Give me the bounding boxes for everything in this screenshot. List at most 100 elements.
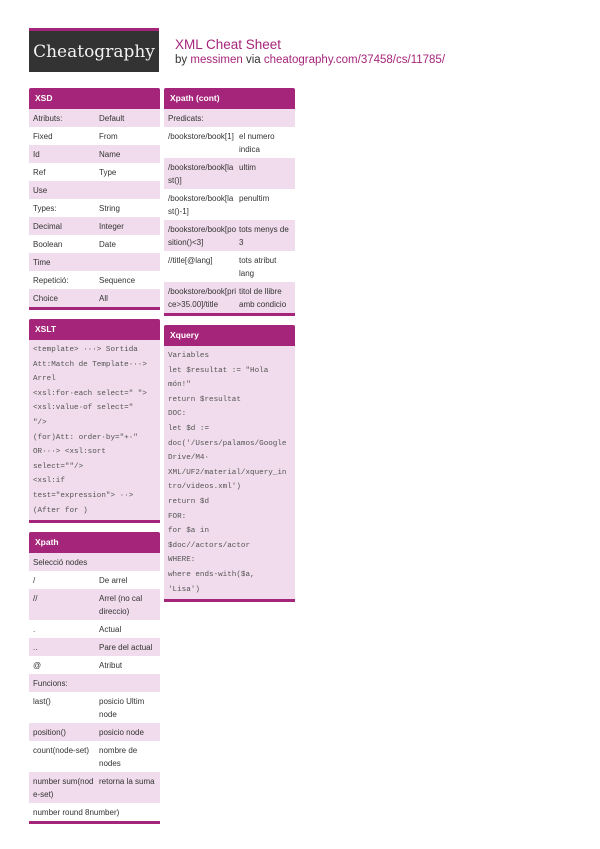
table-row: //title[@lang] tots atribut lang [164, 251, 295, 282]
code-line: doc('/Users/palamos/Google [168, 439, 287, 448]
code-line: select=""/> [33, 462, 84, 471]
code-line: where ends-with($a, [168, 570, 255, 579]
row-key: . [33, 625, 36, 635]
row-value: posicio Ultim node [99, 697, 145, 720]
row-value: From [99, 132, 118, 141]
row-value: titol de llibre amb condicio [239, 287, 287, 309]
table-row: Types: String [29, 199, 160, 217]
table-row: @ Atribut [29, 656, 160, 674]
row-key: Atributs: [33, 114, 63, 123]
row-value: Default [99, 114, 125, 123]
row-key: Ref [33, 168, 46, 177]
code-line: let $d := [168, 424, 210, 433]
table-row: Time [29, 253, 160, 271]
row-key: //title[@lang] [168, 256, 213, 265]
code-line: Att:Match de Template···> [33, 360, 147, 369]
sheet-url-link[interactable]: cheatography.com/37458/cs/11785/ [264, 54, 445, 66]
row-key: @ [33, 661, 42, 671]
section-xsd: XSD Atributs: Default Fixed From Id Name Ref Ty… [29, 88, 160, 310]
row-value: Name [99, 150, 121, 159]
table-row: Repetició: Sequence [29, 271, 160, 289]
code-line: 'Lisa') [168, 585, 200, 594]
row-key: / [33, 576, 36, 586]
code-line: <template> ···> Sortida [33, 346, 138, 354]
row-key: Id [33, 150, 40, 159]
table-row: Predicats: [164, 109, 295, 127]
column-2: Xpath (cont) Predicats: /bookstore/book[1… [164, 88, 295, 611]
logo-text: Cheatography [33, 41, 155, 62]
table-row: Boolean Date [29, 235, 160, 253]
code-line: $doc//actors/actor [168, 541, 251, 550]
section-xslt: XSLT <template> ···> Sortida Att:Match de… [29, 319, 160, 524]
table-row: Fixed From [29, 127, 160, 145]
table-row: number round 8number) [29, 803, 160, 821]
table-row: Ref Type [29, 163, 160, 181]
row-key: /bookstore/book[last()] [168, 163, 234, 185]
xpath-rows: Selecció nodes / De arrel // Arrel (no cal d… [29, 553, 160, 821]
row-key: Boolean [33, 240, 63, 249]
cheatography-logo[interactable]: Cheatography [29, 28, 159, 72]
section-title: Xquery [164, 325, 295, 346]
row-key: /bookstore/book[price>35.00]/title [168, 287, 237, 309]
code-line: let $resultat := "Hola [168, 366, 269, 375]
table-row: last() posicio Ultim node [29, 692, 160, 723]
row-value: String [99, 204, 120, 213]
row-value: tots atribut lang [239, 256, 277, 278]
row-value: Actual [99, 625, 122, 635]
table-row: /bookstore/book[last()-1] penultim [164, 189, 295, 220]
row-value [99, 184, 156, 197]
row-key: number sum(node-set) [33, 777, 94, 800]
code-line: FOR: [168, 512, 187, 521]
table-row: // Arrel (no cal direccio) [29, 589, 160, 621]
row-value: nombre de nodes [99, 746, 138, 769]
row-value: Atribut [99, 661, 123, 671]
row-key: last() [33, 697, 51, 707]
by-label: by [175, 54, 188, 66]
code-line: Variables [168, 352, 210, 360]
code-line: tro/videos.xml') [168, 483, 241, 492]
row-value: Pare del actual [99, 643, 153, 653]
row-value: retorna la suma [99, 777, 155, 787]
code-line: XML/UF2/material/xquery_in [168, 468, 287, 477]
code-line: Drive/M4· [168, 454, 210, 463]
table-row: . Actual [29, 620, 160, 638]
via-label: via [245, 54, 261, 66]
row-key: /bookstore/book[position()<3] [168, 225, 237, 247]
xquery-code: Variables let $resultat := "Hola món!" retu… [164, 346, 295, 600]
row-value: penultim [239, 194, 270, 203]
code-line: <xsl:if [33, 477, 65, 486]
code-line: món!" [168, 381, 191, 390]
row-key: Fixed [33, 132, 53, 141]
code-line: (for)Att: order·by="+·" [33, 433, 138, 442]
table-row: Funcions: [29, 674, 160, 693]
row-key: .. [33, 643, 38, 653]
code-line: test="expression"> ··> [33, 491, 134, 500]
sheet-title: XML Cheat Sheet [175, 37, 282, 52]
row-key: Use [33, 186, 48, 195]
section-title: Xpath [29, 532, 160, 554]
row-value: el numero indica [239, 132, 275, 154]
code-line: Arrel [33, 375, 56, 384]
section-title: Xpath (cont) [164, 88, 295, 109]
table-row: Atributs: Default [29, 109, 160, 127]
author-link[interactable]: messimen [190, 54, 242, 66]
code-line: <xsl:value·of select=" [33, 404, 134, 413]
section-xpath-cont: Xpath (cont) Predicats: /bookstore/book[1… [164, 88, 295, 316]
section-xquery: Xquery Variables let $resultat := "Hola mó… [164, 325, 295, 603]
row-key: Predicats: [168, 114, 204, 123]
row-key: Selecció nodes [33, 558, 88, 568]
table-row: Decimal Integer [29, 217, 160, 235]
table-row: Id Name [29, 145, 160, 163]
row-key: number round 8number) [33, 808, 120, 818]
row-key: Choice [33, 294, 58, 303]
row-value: posicio node [99, 728, 144, 738]
table-row: /bookstore/book[last()] ultim [164, 158, 295, 189]
table-row: count(node-set) nombre de nodes [29, 741, 160, 772]
row-value [99, 256, 156, 269]
column-1: XSD Atributs: Default Fixed From Id Name Ref Ty… [29, 88, 160, 833]
xsd-rows: Atributs: Default Fixed From Id Name Ref Type Us… [29, 109, 160, 307]
section-title: XSD [29, 88, 160, 109]
row-value: tots menys de 3 [239, 225, 289, 247]
row-key: Repetició: [33, 276, 69, 285]
table-row: Selecció nodes [29, 553, 160, 572]
